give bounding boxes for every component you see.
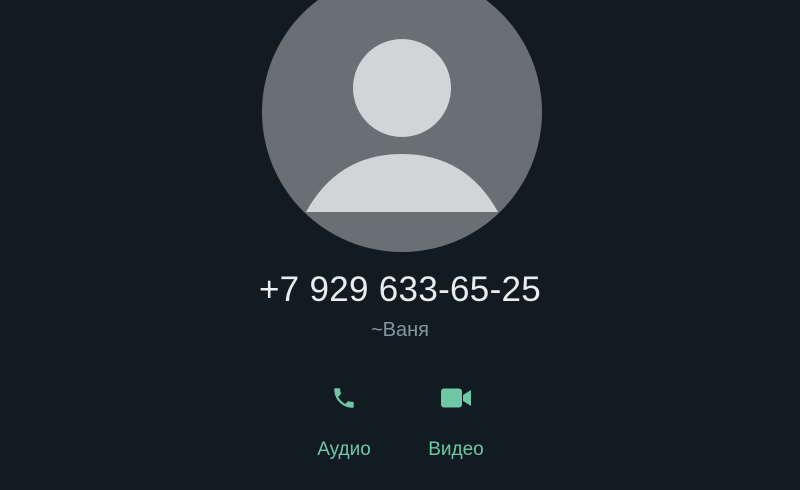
phone-icon [324, 378, 364, 418]
contact-avatar [262, 0, 542, 252]
audio-call-button[interactable]: Аудио [284, 378, 404, 468]
default-avatar-icon [306, 39, 498, 212]
audio-call-label: Аудио [317, 439, 371, 460]
video-camera-icon [436, 378, 476, 418]
contact-phone-number: +7 929 633-65-25 [258, 270, 542, 309]
contact-name: ~Ваня [370, 319, 430, 341]
video-call-label: Видео [428, 439, 484, 460]
contact-info-screen: +7 929 633-65-25 ~Ваня Аудио Видео [0, 0, 800, 490]
video-call-button[interactable]: Видео [396, 378, 516, 468]
